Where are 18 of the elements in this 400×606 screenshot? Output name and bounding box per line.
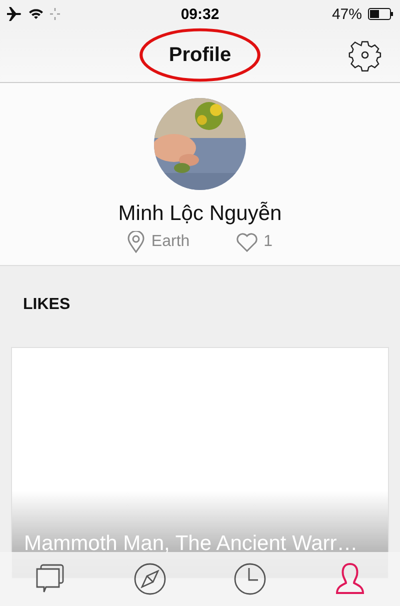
settings-icon bbox=[348, 38, 382, 72]
battery-icon bbox=[368, 8, 394, 20]
wifi-icon bbox=[28, 8, 44, 20]
likes-count: 1 bbox=[264, 233, 273, 251]
profile-name: Minh Lộc Nguyễn bbox=[118, 202, 282, 226]
airplane-icon bbox=[6, 7, 22, 21]
location-pin-icon bbox=[127, 231, 146, 253]
status-time: 09:32 bbox=[180, 6, 220, 22]
compass-icon bbox=[132, 561, 168, 597]
page-title: Profile bbox=[168, 44, 232, 66]
clock-icon bbox=[232, 561, 268, 597]
battery-percent: 47% bbox=[332, 6, 362, 22]
location-text: Earth bbox=[151, 233, 190, 251]
loading-icon bbox=[50, 8, 60, 20]
settings-button[interactable] bbox=[348, 38, 382, 72]
card-title: Mammoth Man, The Ancient Warr… bbox=[24, 532, 358, 556]
section-heading: LIKES bbox=[23, 296, 72, 314]
heart-icon bbox=[236, 232, 258, 252]
